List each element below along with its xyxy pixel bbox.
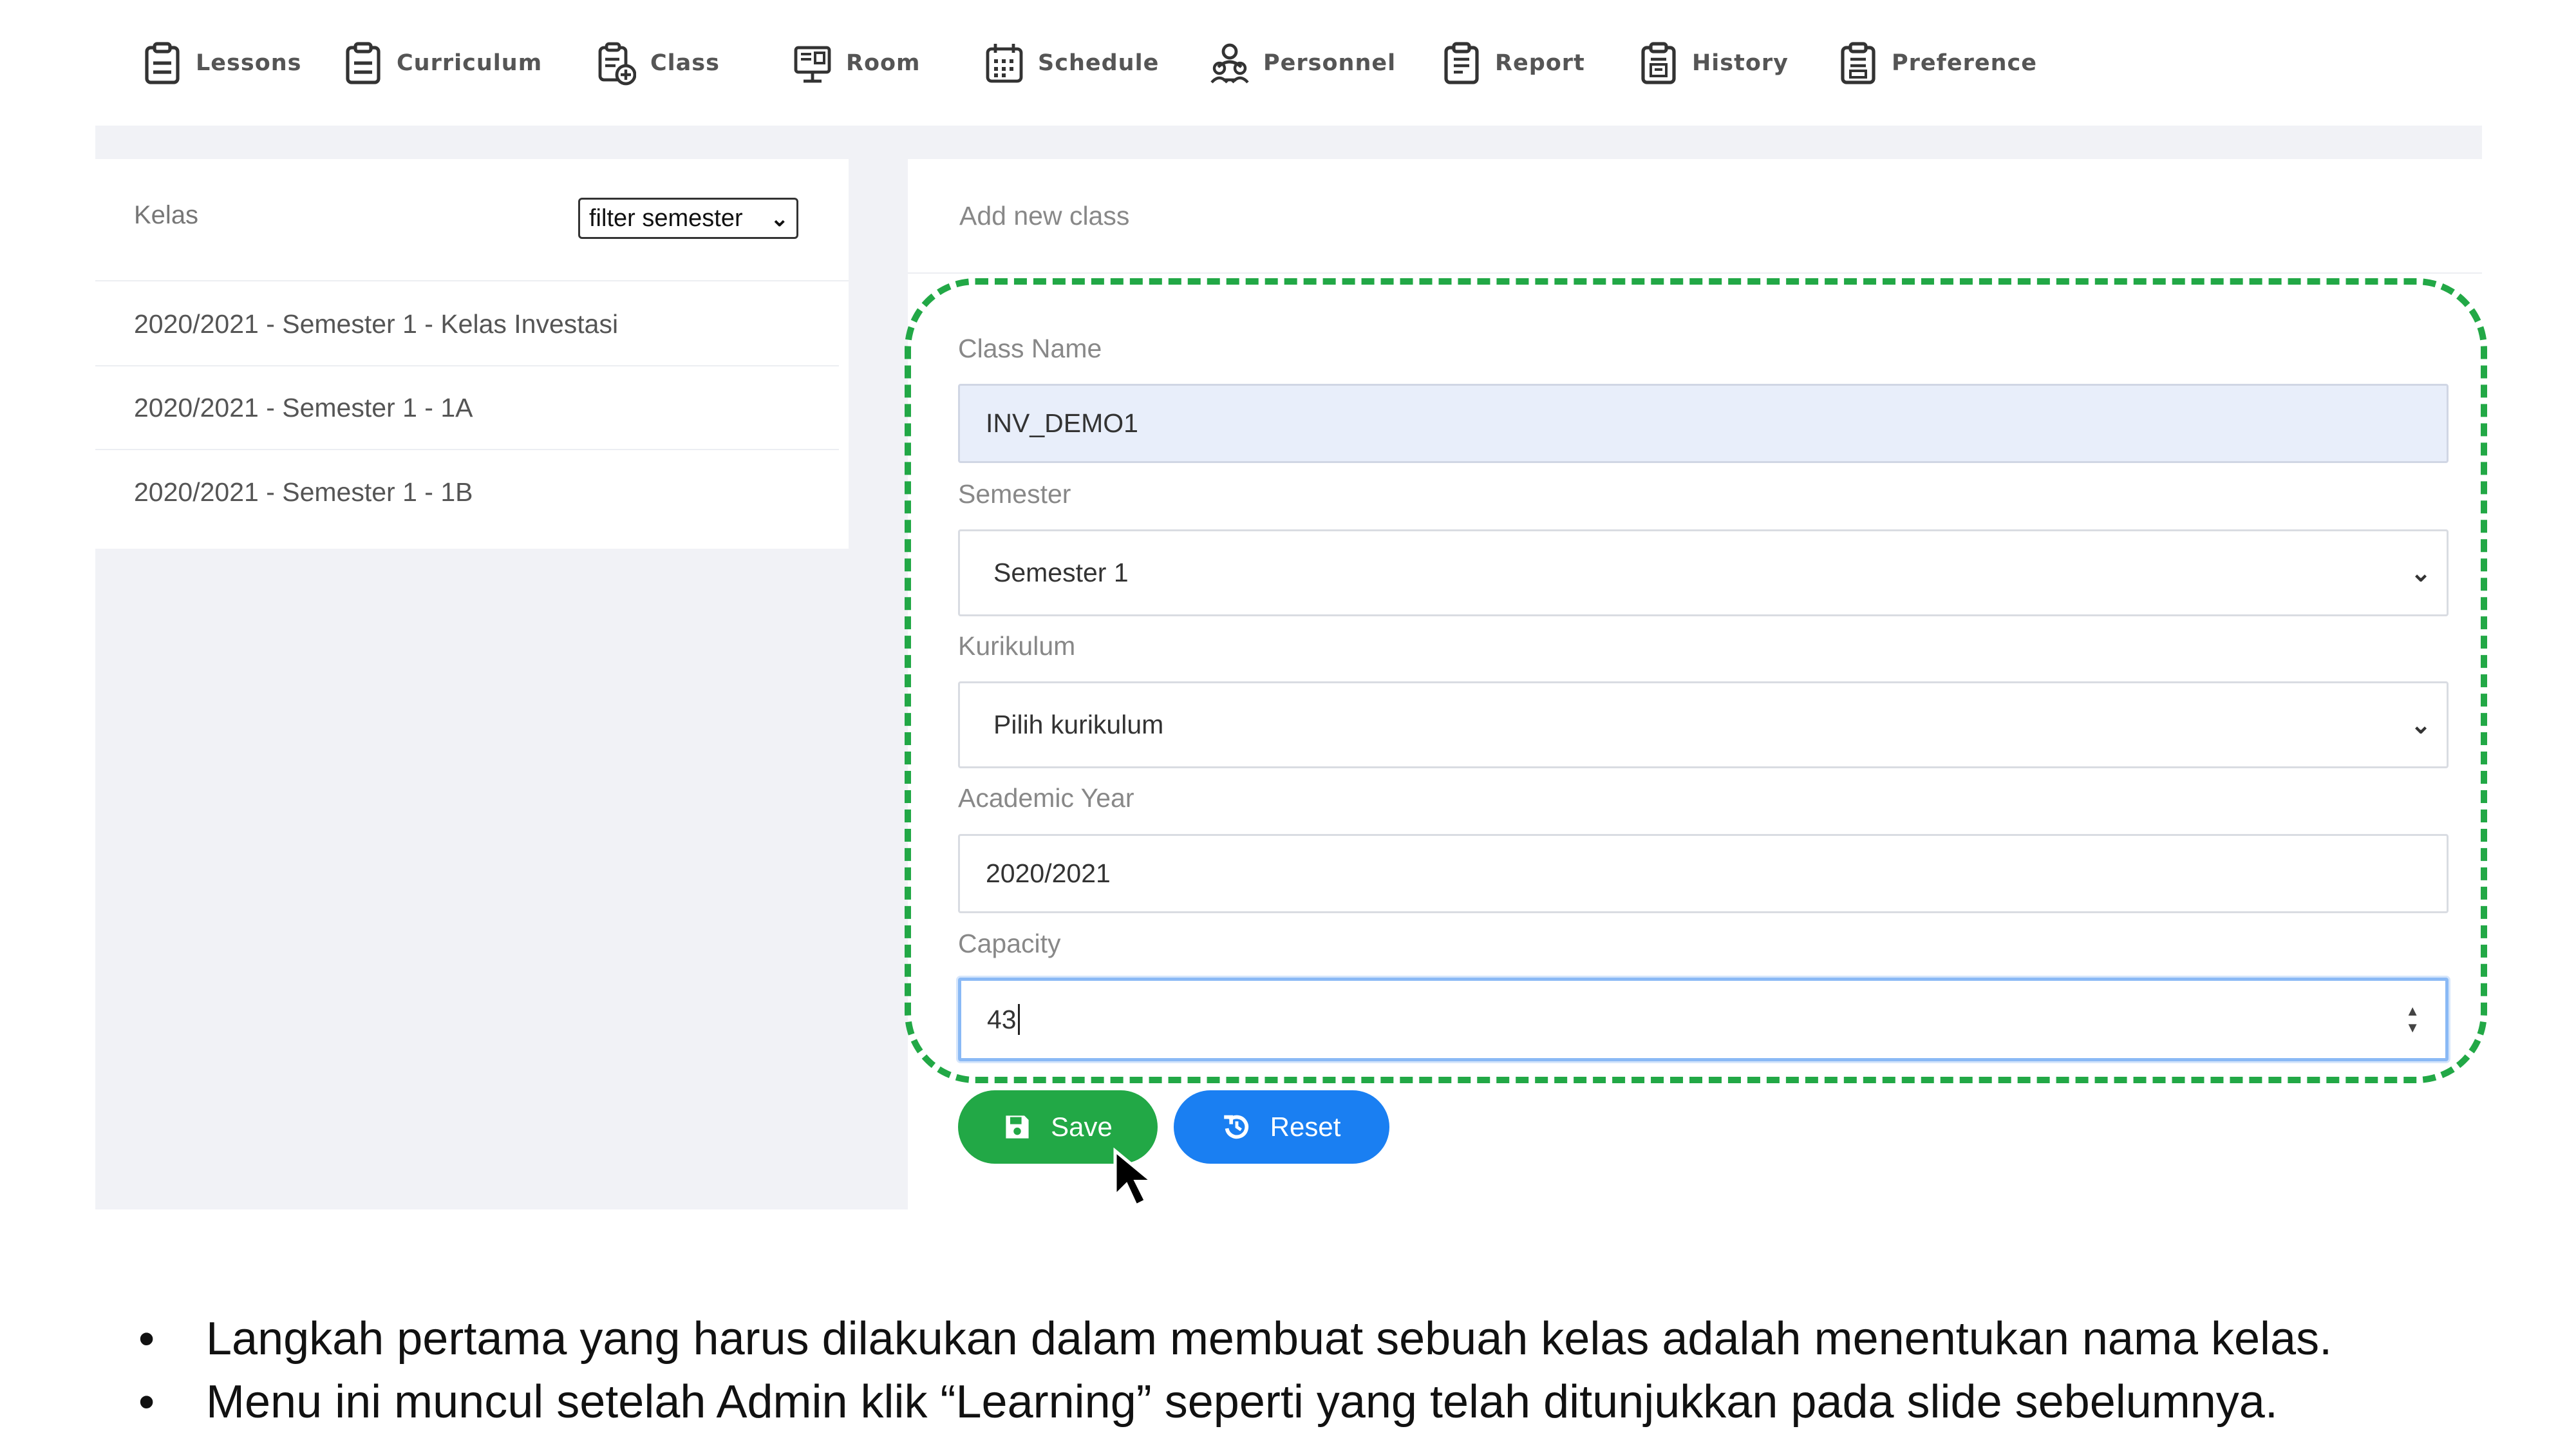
chevron-down-icon: ⌄ (2411, 560, 2431, 587)
kurikulum-value: Pilih kurikulum (993, 710, 1164, 739)
class-list-panel: Kelas filter semester ⌄ 2020/2021 - Seme… (95, 159, 849, 549)
nav-personnel[interactable]: Personnel (1210, 0, 1396, 126)
academic-year-value: 2020/2021 (986, 858, 1111, 888)
add-class-title: Add new class (959, 201, 1130, 231)
nav-curriculum[interactable]: Curriculum (344, 0, 542, 126)
capacity-input[interactable]: 43 ▲ ▼ (958, 978, 2449, 1061)
nav-lessons[interactable]: Lessons (143, 0, 302, 126)
note-text: Langkah pertama yang harus dilakukan dal… (206, 1313, 2333, 1365)
add-class-header: Add new class (908, 159, 2482, 274)
top-navigation: Lessons Curriculum Class Room Schedule P… (0, 0, 2576, 126)
nav-history[interactable]: History (1639, 0, 1789, 126)
class-list-item[interactable]: 2020/2021 - Semester 1 - 1A (95, 366, 839, 450)
chevron-down-icon: ⌄ (770, 207, 789, 231)
chevron-down-icon: ⌄ (2411, 712, 2431, 739)
nav-history-label: History (1692, 50, 1789, 76)
bullet-icon: • (138, 1313, 155, 1365)
class-list-item[interactable]: 2020/2021 - Semester 1 - 1B (95, 450, 839, 534)
history-icon (1639, 41, 1678, 86)
note-item: • Langkah pertama yang harus dilakukan d… (138, 1307, 2521, 1370)
class-list-item[interactable]: 2020/2021 - Semester 1 - Kelas Investasi (95, 283, 839, 366)
clipboard-icon (143, 41, 182, 86)
academic-year-input[interactable]: 2020/2021 (958, 834, 2449, 913)
mouse-pointer-icon (1113, 1148, 1157, 1208)
calendar-icon (985, 41, 1024, 86)
class-name-value: INV_DEMO1 (986, 408, 1138, 438)
filter-semester-value: filter semester (589, 204, 743, 232)
reset-button[interactable]: Reset (1174, 1090, 1389, 1164)
reset-button-label: Reset (1270, 1112, 1341, 1142)
class-list-item-label: 2020/2021 - Semester 1 - 1B (134, 477, 473, 507)
semester-value: Semester 1 (993, 558, 1129, 587)
history-reset-icon (1223, 1115, 1248, 1139)
nav-lessons-label: Lessons (196, 50, 302, 76)
people-icon (1210, 41, 1249, 86)
report-icon (1442, 41, 1481, 86)
class-list-header: Kelas filter semester ⌄ (95, 159, 849, 281)
class-list-item-label: 2020/2021 - Semester 1 - 1A (134, 392, 473, 422)
semester-label: Semester (958, 479, 1071, 509)
kurikulum-select[interactable]: Pilih kurikulum ⌄ (958, 681, 2449, 768)
academic-year-label: Academic Year (958, 783, 1134, 813)
capacity-label: Capacity (958, 929, 1061, 958)
nav-schedule-label: Schedule (1038, 50, 1160, 76)
nav-curriculum-label: Curriculum (397, 50, 543, 76)
nav-report[interactable]: Report (1442, 0, 1585, 126)
nav-room[interactable]: Room (793, 0, 921, 126)
class-list-item-label: 2020/2021 - Semester 1 - Kelas Investasi (134, 308, 619, 339)
capacity-value: 43 (987, 1004, 1017, 1034)
nav-report-label: Report (1495, 50, 1585, 76)
clipboard-add-icon (597, 41, 636, 86)
monitor-icon (793, 41, 832, 86)
nav-personnel-label: Personnel (1263, 50, 1396, 76)
semester-select[interactable]: Semester 1 ⌄ (958, 529, 2449, 616)
spin-up-icon[interactable]: ▲ (2405, 1004, 2420, 1018)
save-button-label: Save (1051, 1112, 1113, 1142)
bullet-icon: • (138, 1376, 155, 1428)
floppy-disk-icon (1006, 1115, 1029, 1139)
nav-preference-label: Preference (1892, 50, 2038, 76)
spin-down-icon[interactable]: ▼ (2405, 1021, 2420, 1035)
slide-notes: • Langkah pertama yang harus dilakukan d… (138, 1307, 2521, 1434)
clipboard-icon (344, 41, 382, 86)
nav-class[interactable]: Class (597, 0, 720, 126)
nav-preference[interactable]: Preference (1839, 0, 2037, 126)
kurikulum-label: Kurikulum (958, 631, 1076, 661)
note-item: • Menu ini muncul setelah Admin klik “Le… (138, 1370, 2521, 1434)
note-text: Menu ini muncul setelah Admin klik “Lear… (206, 1376, 2278, 1428)
nav-schedule[interactable]: Schedule (985, 0, 1159, 126)
nav-class-label: Class (650, 50, 720, 76)
preference-icon (1839, 41, 1877, 86)
nav-room-label: Room (846, 50, 921, 76)
class-name-input[interactable]: INV_DEMO1 (958, 384, 2449, 463)
class-list-title: Kelas (134, 201, 199, 229)
text-caret (1017, 1004, 1020, 1035)
number-spinner[interactable]: ▲ ▼ (2405, 1004, 2420, 1035)
filter-semester-select[interactable]: filter semester ⌄ (578, 198, 798, 239)
class-name-label: Class Name (958, 334, 1102, 363)
